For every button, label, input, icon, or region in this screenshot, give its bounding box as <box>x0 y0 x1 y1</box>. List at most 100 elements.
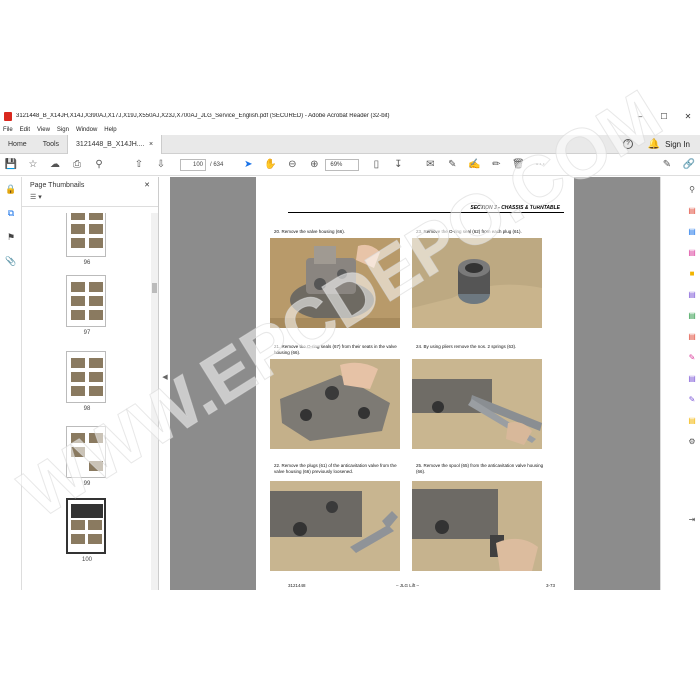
thumbnail-options-button[interactable]: ☰ ▾ <box>22 193 158 207</box>
section-heading: SECTION 3 - CHASSIS & TURNTABLE <box>470 205 560 211</box>
zoom-select[interactable]: 69% <box>325 158 360 171</box>
thumbnail-scrollbar[interactable] <box>151 213 158 590</box>
bookmark-star-icon[interactable]: ☆ <box>22 154 44 176</box>
thumbnail-page-number: 97 <box>83 330 91 336</box>
more-tools-rail-icon[interactable]: ⚙ <box>683 432 700 450</box>
left-nav-rail: 🔒 ⧉ ⚑ 📎 <box>0 177 22 590</box>
thumbnail-scroll-thumb[interactable] <box>152 283 157 293</box>
step-caption: 23. Remove the O-ring seal (62) from eac… <box>416 229 522 234</box>
zoom-out-icon[interactable]: ⊖ <box>281 154 303 176</box>
thumbnail-list: 96 97 98 99 100 <box>22 213 152 590</box>
help-icon[interactable]: ? <box>623 139 634 149</box>
tab-close-icon[interactable]: × <box>149 141 153 148</box>
scroll-mode-icon[interactable]: ↧ <box>387 154 409 176</box>
step-caption: 25. Remove the spool (65) from the antic… <box>416 463 544 474</box>
tab-bar: Home Tools 3121448_B_X14JH.... × ? 🔔 Sig… <box>0 133 700 155</box>
document-viewer: SECTION 3 - CHASSIS & TURNTABLE 20. Remo… <box>170 177 660 590</box>
organize-pages-icon[interactable]: ▤ <box>683 306 700 324</box>
notifications-icon[interactable]: 🔔 <box>643 133 665 155</box>
edit-pdf-icon[interactable]: ▤ <box>683 243 700 261</box>
more-tools-icon[interactable]: ⋯ <box>529 154 551 176</box>
title-bar: 3121448_B_X14JH,X14J,X390AJ,X17J,X19J,X5… <box>0 108 700 124</box>
tab-document-label: 3121448_B_X14JH.... <box>76 140 145 148</box>
draw-icon[interactable]: ✍ <box>463 154 485 176</box>
upload-cloud-icon[interactable]: ☁ <box>44 154 66 176</box>
photo-spool-removal <box>412 481 542 571</box>
menu-window[interactable]: Window <box>76 127 97 133</box>
bookmarks-icon[interactable]: ⚑ <box>0 225 22 249</box>
print-icon[interactable]: ⎙ <box>66 154 88 176</box>
menu-sign[interactable]: Sign <box>57 127 69 133</box>
right-tools-rail: ⚲ ▤ ▤ ▤ ■ ▤ ▤ ▤ ✎ ▤ ✎ ▤ ⚙ ⇥ <box>660 177 700 590</box>
acrobat-window: 3121448_B_X14JH,X14J,X390AJ,X17J,X19J,X5… <box>0 108 700 590</box>
search-icon[interactable]: ⚲ <box>88 154 110 176</box>
pdf-page: SECTION 3 - CHASSIS & TURNTABLE 20. Remo… <box>256 177 574 590</box>
photo-oring-seals <box>270 359 400 449</box>
footer-center: – JLG Lift – <box>396 583 420 588</box>
previous-page-icon[interactable]: ⇧ <box>128 154 150 176</box>
thumbnail-page[interactable] <box>66 275 106 327</box>
close-window-button[interactable]: ✕ <box>676 112 700 121</box>
minimize-button[interactable]: – <box>628 112 652 121</box>
highlight-pen-icon[interactable]: ✎ <box>441 154 463 176</box>
header-rule <box>288 212 564 213</box>
tab-document[interactable]: 3121448_B_X14JH.... × <box>67 134 163 154</box>
thumbnail-page-number: 99 <box>83 481 91 487</box>
share-link-icon[interactable]: 🔗 <box>678 154 700 176</box>
menu-help[interactable]: Help <box>104 127 116 133</box>
delete-icon[interactable]: 🗑 <box>507 154 529 176</box>
page-fit-icon[interactable]: ▯ <box>365 154 387 176</box>
close-panel-icon[interactable]: ✕ <box>144 181 150 189</box>
footer-page-number: 3-73 <box>546 583 556 588</box>
menu-bar: File Edit View Sign Window Help <box>0 124 700 135</box>
menu-view[interactable]: View <box>37 127 50 133</box>
send-for-comments-icon[interactable]: ▤ <box>683 411 700 429</box>
tab-tools[interactable]: Tools <box>35 135 67 154</box>
export-pdf-icon[interactable]: ▤ <box>683 201 700 219</box>
select-cursor-icon[interactable]: ➤ <box>237 154 259 176</box>
thumbnail-page-selected[interactable] <box>66 498 106 554</box>
comment-icon[interactable]: ✉ <box>419 154 441 176</box>
thumbnail-page[interactable] <box>66 426 106 478</box>
page-count: / 634 <box>210 161 224 168</box>
thumbnail-page[interactable] <box>66 351 106 403</box>
attachments-icon[interactable]: 📎 <box>0 249 22 273</box>
thumbnail-page-number: 100 <box>81 557 92 563</box>
redact-icon[interactable]: ✎ <box>683 348 700 366</box>
protect-icon[interactable]: ▤ <box>683 369 700 387</box>
menu-file[interactable]: File <box>3 127 13 133</box>
thumbnail-panel-title: Page Thumbnails <box>30 181 85 189</box>
hand-tool-icon[interactable]: ✋ <box>259 154 281 176</box>
fill-sign-tool-icon[interactable]: ✎ <box>683 390 700 408</box>
thumbnail-page-number: 98 <box>83 406 91 412</box>
thumbnail-page-number: 96 <box>83 260 91 266</box>
step-caption: 22. Remove the plugs (61) of the anticav… <box>274 463 397 474</box>
page-number-input[interactable]: 100 <box>180 158 206 171</box>
combine-files-icon[interactable]: ▤ <box>683 285 700 303</box>
maximize-button[interactable]: ☐ <box>652 112 676 121</box>
thumbnail-page[interactable] <box>66 213 106 257</box>
comment-tool-icon[interactable]: ■ <box>683 264 700 282</box>
fill-sign-icon[interactable]: ✏ <box>485 154 507 176</box>
menu-edit[interactable]: Edit <box>20 127 30 133</box>
zoom-in-icon[interactable]: ⊕ <box>303 154 325 176</box>
expand-rail-icon[interactable]: ⇥ <box>683 510 700 528</box>
sign-icon[interactable]: ✎ <box>656 154 678 176</box>
photo-pliers-springs <box>412 359 542 449</box>
main-toolbar: 💾 ☆ ☁ ⎙ ⚲ ⇧ ⇩ 100 / 634 ➤ ✋ ⊖ ⊕ 69% ▯ ↧ … <box>0 154 700 176</box>
photo-oring-plug <box>412 238 542 328</box>
window-title: 3121448_B_X14JH,X14J,X390AJ,X17J,X19J,X5… <box>16 113 390 119</box>
create-pdf-icon[interactable]: ▤ <box>683 222 700 240</box>
step-caption: 21. Remove the O-ring seals (67) from th… <box>274 344 397 355</box>
page-thumbnails-icon[interactable]: ⧉ <box>0 201 22 225</box>
photo-anticavitation-plugs <box>270 481 400 571</box>
lock-icon[interactable]: 🔒 <box>0 177 22 201</box>
tab-home[interactable]: Home <box>0 135 35 154</box>
thumbnail-panel: Page Thumbnails ✕ ☰ ▾ 96 97 98 99 100 <box>22 177 159 590</box>
next-page-icon[interactable]: ⇩ <box>150 154 172 176</box>
save-icon[interactable]: 💾 <box>0 154 22 176</box>
compress-pdf-icon[interactable]: ▤ <box>683 327 700 345</box>
sign-in-button[interactable]: Sign In <box>665 140 690 149</box>
search-tool-icon[interactable]: ⚲ <box>683 180 700 198</box>
photo-valve-housing <box>270 238 400 328</box>
